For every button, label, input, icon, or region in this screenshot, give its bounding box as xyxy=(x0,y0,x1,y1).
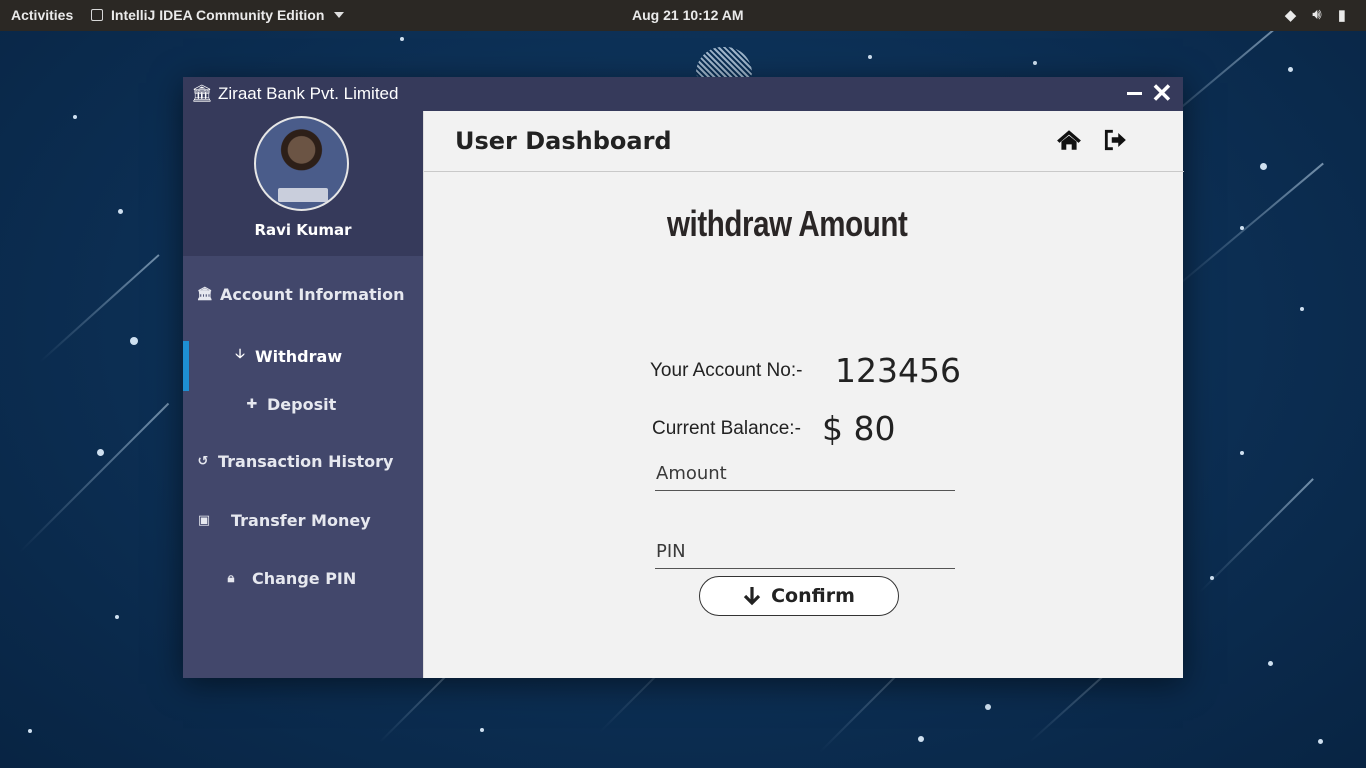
app-window: 🏛︎ Ziraat Bank Pvt. Limited ✕ Ravi Kumar… xyxy=(183,77,1184,678)
current-balance-label: Current Balance:- xyxy=(652,418,801,439)
battery-icon: ▮ xyxy=(1337,7,1346,24)
confirm-button[interactable]: Confirm xyxy=(699,576,899,616)
sidebar-item-withdraw[interactable]: 🡣 Withdraw xyxy=(183,341,423,391)
confirm-label: Confirm xyxy=(771,585,855,607)
star xyxy=(115,615,119,619)
volume-icon: 🔊︎ xyxy=(1312,6,1322,23)
window-titlebar[interactable]: 🏛︎ Ziraat Bank Pvt. Limited ✕ xyxy=(183,77,1183,111)
app-menu[interactable]: IntelliJ IDEA Community Edition xyxy=(91,7,345,23)
plus-icon: ✚ xyxy=(246,397,258,412)
pin-input[interactable] xyxy=(655,529,955,568)
avatar-caption-stamp xyxy=(278,188,328,202)
sidebar-item-label: Transfer Money xyxy=(231,511,371,530)
sidebar: Ravi Kumar 🏛︎ Account Information 🡣 With… xyxy=(183,111,423,678)
withdraw-heading: withdraw Amount xyxy=(667,203,908,244)
light-streak xyxy=(1199,478,1314,593)
star xyxy=(28,729,32,733)
app-icon xyxy=(91,9,103,21)
star xyxy=(1288,67,1293,72)
star xyxy=(480,728,484,732)
home-icon[interactable] xyxy=(1056,127,1082,153)
main-content: User Dashboard withdraw Amount Your Acco… xyxy=(423,111,1184,678)
light-streak xyxy=(39,254,160,363)
sidebar-item-label: Withdraw xyxy=(255,346,343,366)
sidebar-item-account-information[interactable]: 🏛︎ Account Information xyxy=(183,285,423,304)
window-title: Ziraat Bank Pvt. Limited xyxy=(218,84,399,103)
star xyxy=(1033,61,1037,65)
app-name: IntelliJ IDEA Community Edition xyxy=(111,7,325,23)
light-streak xyxy=(19,402,170,553)
amount-field xyxy=(655,451,955,491)
account-number-label: Your Account No:- xyxy=(650,360,803,381)
bank-icon: 🏛︎ xyxy=(196,287,214,302)
star xyxy=(868,55,872,59)
star xyxy=(1210,576,1214,580)
star xyxy=(118,209,123,214)
account-number-value: 123456 xyxy=(835,351,961,390)
sidebar-item-transaction-history[interactable]: ↺ Transaction History xyxy=(183,452,423,471)
star xyxy=(400,37,404,41)
lock-icon: 🔒︎ xyxy=(227,571,235,586)
system-top-bar: Activities IntelliJ IDEA Community Editi… xyxy=(0,0,1366,31)
star xyxy=(1240,226,1244,230)
money-icon: ▣ xyxy=(197,513,211,528)
logout-icon[interactable] xyxy=(1102,127,1128,153)
star xyxy=(73,115,77,119)
close-button[interactable]: ✕ xyxy=(1151,79,1173,107)
active-marker xyxy=(183,341,189,391)
arrow-down-icon xyxy=(743,587,761,606)
pin-field xyxy=(655,529,955,569)
moon-graphic xyxy=(696,47,752,77)
wifi-icon: ◆ xyxy=(1284,7,1297,24)
star xyxy=(918,736,924,742)
sidebar-item-label: Account Information xyxy=(220,285,405,304)
avatar xyxy=(254,116,349,211)
activities-button[interactable]: Activities xyxy=(11,7,73,23)
sidebar-item-change-pin[interactable]: 🔒︎ Change PIN xyxy=(183,569,423,588)
light-streak xyxy=(1169,162,1324,293)
star xyxy=(1268,661,1273,666)
dashboard-header: User Dashboard xyxy=(424,111,1184,172)
star xyxy=(97,449,104,456)
star xyxy=(130,337,138,345)
sidebar-item-transfer-money[interactable]: ▣ Transfer Money xyxy=(183,511,423,530)
star xyxy=(1240,451,1244,455)
page-title: User Dashboard xyxy=(455,127,672,155)
current-balance-value: $ 80 xyxy=(822,409,896,448)
history-icon: ↺ xyxy=(197,454,209,469)
amount-input[interactable] xyxy=(655,451,955,490)
sidebar-item-label: Transaction History xyxy=(218,452,394,471)
system-tray[interactable]: ◆ 🔊︎ ▮ xyxy=(1285,6,1346,24)
profile-panel: Ravi Kumar xyxy=(183,111,423,256)
sidebar-item-label: Deposit xyxy=(267,395,337,414)
star xyxy=(1300,307,1304,311)
sidebar-item-label: Change PIN xyxy=(252,569,357,588)
sidebar-item-deposit[interactable]: ✚ Deposit xyxy=(183,395,423,414)
star xyxy=(1260,163,1267,170)
chevron-down-icon xyxy=(334,12,345,18)
minimize-button[interactable] xyxy=(1127,92,1142,95)
star xyxy=(985,704,991,710)
bank-icon: 🏛︎ xyxy=(191,84,213,103)
star xyxy=(1318,739,1323,744)
user-name: Ravi Kumar xyxy=(254,221,352,239)
clock[interactable]: Aug 21 10:12 AM xyxy=(632,7,744,23)
arrow-down-icon: 🡣 xyxy=(235,347,245,362)
